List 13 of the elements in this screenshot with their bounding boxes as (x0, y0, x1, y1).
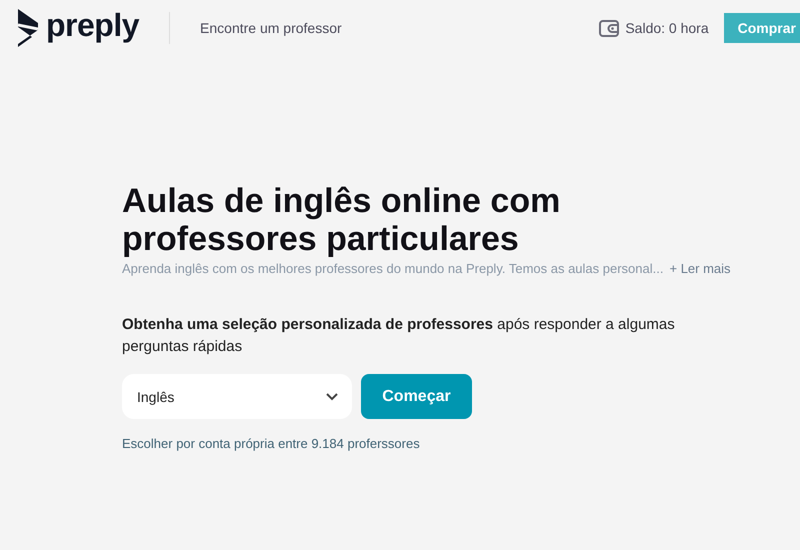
logo-icon (18, 9, 38, 47)
language-select[interactable]: Inglês (122, 374, 352, 419)
page-title: Aulas de inglês online com professores particulares (122, 182, 562, 258)
subtitle: Aprenda inglês com os melhores professores do mundo na Preply. Temos as aulas personal... (122, 261, 664, 276)
balance-text: Saldo: 0 hora (625, 20, 709, 36)
start-button[interactable]: Começar (361, 374, 472, 419)
wallet-icon (599, 20, 620, 36)
logo-text[interactable]: preply (46, 9, 140, 47)
prompt-text: Obtenha uma seleção personalizada de professores após responder a algumas perguntas rápidas (122, 315, 676, 357)
chevron-down-icon (326, 392, 338, 400)
read-more-link[interactable]: + Ler mais (669, 261, 731, 276)
browse-link[interactable]: Escolher por conta própria entre 9.184 proferssores (122, 436, 800, 451)
nav-link[interactable]: Encontre um professor (200, 20, 342, 36)
